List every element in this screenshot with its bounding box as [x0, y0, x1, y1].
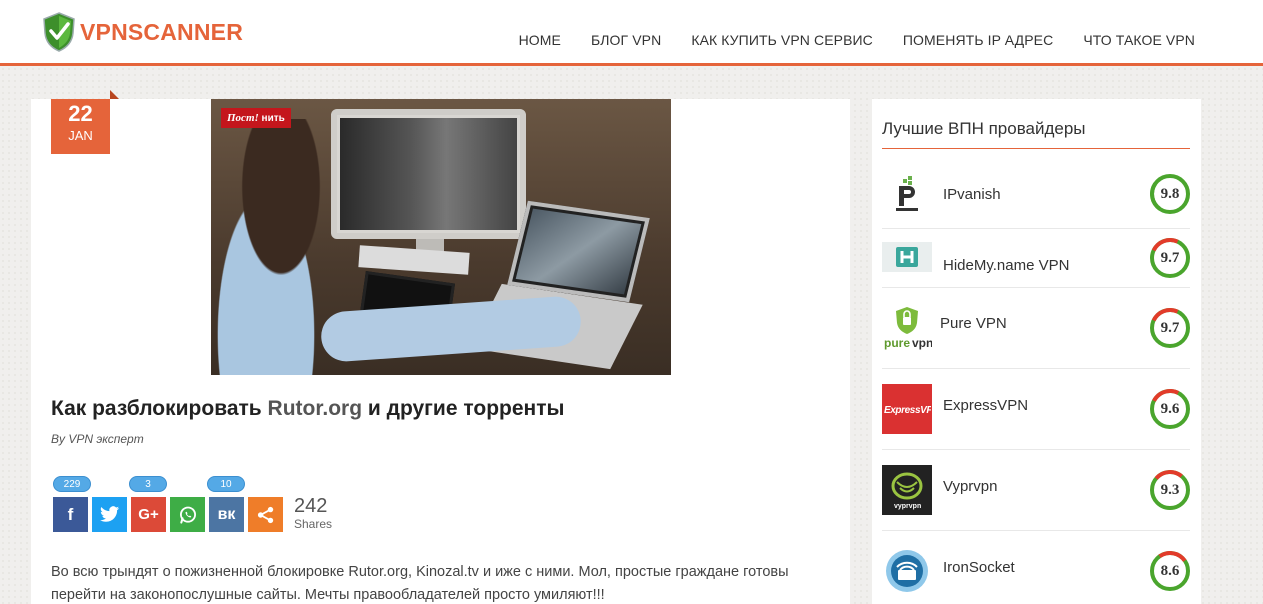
- share-total: 242 Shares: [294, 495, 332, 531]
- provider-row[interactable]: ExpressVPN ExpressVPN 9.6: [882, 369, 1190, 450]
- expressvpn-logo-icon: ExpressVPN: [882, 384, 932, 434]
- svg-text:pure: pure: [884, 336, 910, 350]
- post-title[interactable]: Как разблокировать Rutor.org и другие то…: [51, 397, 564, 421]
- nav-what-is-vpn[interactable]: ЧТО ТАКОЕ VPN: [1083, 32, 1195, 48]
- post-title-highlight: Rutor.org: [267, 397, 363, 420]
- facebook-share-count: 229: [53, 476, 91, 492]
- twitter-share-button[interactable]: [92, 497, 127, 532]
- logo-text: VPNSCANNER: [80, 18, 244, 45]
- more-share-button[interactable]: [248, 497, 283, 532]
- svg-text:vpn: vpn: [912, 336, 932, 350]
- nav-how-to-buy-vpn[interactable]: КАК КУПИТЬ VPN СЕРВИС: [691, 32, 873, 48]
- facebook-icon: f: [67, 504, 74, 524]
- share-bar: 229 f 3 G+ 10 вк 242 Shares: [51, 476, 391, 536]
- shield-check-icon: [43, 12, 75, 52]
- provider-row[interactable]: IPvanish 9.8: [882, 159, 1190, 229]
- provider-name[interactable]: IPvanish: [943, 186, 1001, 203]
- hero-tag-main: Пост!: [227, 112, 259, 124]
- facebook-share-button[interactable]: f: [53, 497, 88, 532]
- provider-name[interactable]: IronSocket: [943, 559, 1015, 576]
- google-plus-share-count: 3: [129, 476, 167, 492]
- hero-tag-suffix: нить: [261, 113, 285, 124]
- post-excerpt: Во всю трындят о пожизненной блокировке …: [51, 564, 789, 603]
- whatsapp-share-button[interactable]: [170, 497, 205, 532]
- provider-name[interactable]: ExpressVPN: [943, 397, 1028, 414]
- provider-row[interactable]: IronSocket 8.6: [882, 531, 1190, 604]
- twitter-icon: [99, 506, 119, 522]
- svg-text:vyprvpn: vyprvpn: [894, 503, 921, 510]
- provider-score: 9.6: [1150, 389, 1190, 429]
- post-title-after: и другие торренты: [362, 397, 565, 420]
- provider-score: 9.3: [1150, 470, 1190, 510]
- nav-home[interactable]: HOME: [519, 32, 561, 48]
- post-hero-image[interactable]: Пост! нить: [211, 99, 671, 375]
- provider-score: 9.7: [1150, 238, 1190, 278]
- ipvanish-logo-icon: [882, 169, 932, 219]
- provider-name[interactable]: Vyprvpn: [943, 478, 997, 495]
- post-title-before: Как разблокировать: [51, 397, 268, 420]
- vyprvpn-logo-icon: vyprvpn: [882, 465, 932, 515]
- hero-keyboard: [358, 245, 470, 275]
- ironsocket-logo-icon: [882, 546, 932, 596]
- vk-icon: вк: [217, 505, 236, 523]
- share-icon: [257, 506, 273, 523]
- provider-row[interactable]: pure vpn Pure VPN 9.7: [882, 288, 1190, 369]
- provider-row[interactable]: HideMy.name VPN 9.7: [882, 229, 1190, 288]
- provider-name[interactable]: HideMy.name VPN: [943, 257, 1069, 274]
- google-plus-share-button[interactable]: G+: [131, 497, 166, 532]
- hidemyname-logo-icon: [882, 242, 932, 272]
- post-author: By VPN эксперт: [51, 432, 144, 446]
- sidebar-title: Лучшие ВПН провайдеры: [882, 119, 1190, 149]
- vk-share-count: 10: [207, 476, 245, 492]
- provider-score: 8.6: [1150, 551, 1190, 591]
- purevpn-logo-icon: pure vpn: [882, 303, 932, 353]
- whatsapp-icon: [179, 506, 196, 524]
- provider-score: 9.8: [1150, 174, 1190, 214]
- site-logo[interactable]: VPNSCANNER: [42, 10, 243, 54]
- date-badge: 22 JAN: [51, 99, 110, 154]
- hero-laptop: [507, 200, 650, 303]
- hero-tag: Пост! нить: [221, 108, 291, 128]
- site-header: VPNSCANNER HOME БЛОГ VPN КАК КУПИТЬ VPN …: [0, 0, 1263, 66]
- svg-text:ExpressVPN: ExpressVPN: [884, 405, 931, 416]
- google-plus-icon: G+: [138, 506, 159, 523]
- vk-share-button[interactable]: вк: [209, 497, 244, 532]
- hero-monitor: [331, 109, 526, 239]
- nav-vpn-blog[interactable]: БЛОГ VPN: [591, 32, 661, 48]
- nav-change-ip[interactable]: ПОМЕНЯТЬ IP АДРЕС: [903, 32, 1053, 48]
- share-total-count: 242: [294, 495, 328, 517]
- provider-score: 9.7: [1150, 308, 1190, 348]
- provider-row[interactable]: vyprvpn Vyprvpn 9.3: [882, 450, 1190, 531]
- date-month: JAN: [68, 128, 93, 143]
- sidebar-top-vpn: Лучшие ВПН провайдеры IPvanish 9.8 HideM…: [872, 99, 1201, 604]
- main-nav: HOME БЛОГ VPN КАК КУПИТЬ VPN СЕРВИС ПОМЕ…: [519, 32, 1195, 48]
- provider-name[interactable]: Pure VPN: [940, 315, 1007, 332]
- post-card: 22 JAN Пост! нить Как разблокировать Rut…: [31, 99, 850, 604]
- share-total-label: Shares: [294, 517, 333, 531]
- date-day: 22: [68, 101, 93, 126]
